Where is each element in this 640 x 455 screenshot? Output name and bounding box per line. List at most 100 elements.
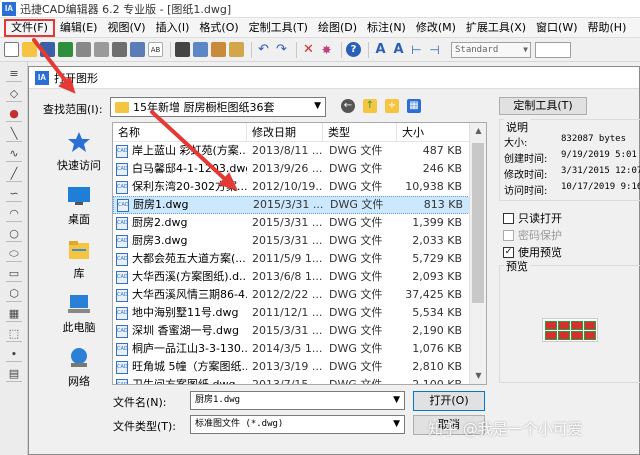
match-properties-icon[interactable]	[229, 42, 244, 57]
dim-style-icon[interactable]: ⊢	[409, 42, 424, 57]
column-header-name[interactable]: 名称	[113, 123, 247, 142]
point-icon[interactable]: ∙	[6, 348, 22, 362]
file-row[interactable]: CAD 旺角城 5幢（方案图纸... 2013/3/19 ... DWG 文件 2,81…	[113, 358, 486, 376]
delete-icon[interactable]: ✕	[301, 42, 316, 57]
vertical-scrollbar[interactable]: ▲ ▼	[469, 123, 486, 384]
menu-draw[interactable]: 绘图(D)	[313, 19, 362, 37]
scroll-down-icon[interactable]: ▼	[470, 368, 486, 384]
file-row[interactable]: CAD 厨房3.dwg 2015/3/31 ... DWG 文件 2,033 KB	[113, 232, 486, 250]
menu-bar: 文件(F) 编辑(E) 视图(V) 插入(I) 格式(O) 定制工具(T) 绘图…	[0, 18, 640, 38]
polyline-icon[interactable]: ∿	[6, 148, 22, 162]
column-header-size[interactable]: 大小	[397, 123, 470, 142]
look-in-combo[interactable]: 15年新增 厨房橱柜图纸36套 ▼	[110, 97, 326, 117]
circle-icon[interactable]: ○	[6, 228, 22, 242]
explode-icon[interactable]: ✸	[319, 42, 334, 57]
help-icon[interactable]: ?	[346, 42, 361, 57]
menu-format[interactable]: 格式(O)	[194, 19, 243, 37]
file-row[interactable]: CAD 厨房2.dwg 2015/3/31 ... DWG 文件 1,399 KB	[113, 214, 486, 232]
xline-icon[interactable]: ╱	[6, 168, 22, 182]
file-row[interactable]: CAD 厨房1.dwg 2015/3/31 ... DWG 文件 813 KB	[113, 196, 486, 214]
place-label: 库	[73, 267, 85, 280]
menu-custom-tools[interactable]: 定制工具(T)	[244, 19, 313, 37]
menu-window[interactable]: 窗口(W)	[531, 19, 582, 37]
menu-extension-tools[interactable]: 扩展工具(X)	[461, 19, 531, 37]
open-folder-icon[interactable]	[22, 42, 37, 57]
file-row[interactable]: CAD 保利东湾20-302方案... 2012/10/19... DWG 文件 10,…	[113, 178, 486, 196]
paste-icon[interactable]	[211, 42, 226, 57]
print-preview-icon[interactable]	[94, 42, 109, 57]
place-library[interactable]: 库	[43, 233, 115, 287]
menu-insert[interactable]: 插入(I)	[151, 19, 195, 37]
place-network[interactable]: 网络	[43, 341, 115, 395]
dim-style-combo[interactable]	[535, 41, 571, 58]
custom-tools-button[interactable]: 定制工具(T)	[499, 97, 587, 115]
place-this-pc[interactable]: 此电脑	[43, 287, 115, 341]
table-style-icon[interactable]: ⊣	[427, 42, 442, 57]
file-row[interactable]: CAD 卫生间方案图纸.dwg 2013/7/15 ... DWG 文件 2,100 K…	[113, 376, 486, 384]
menu-view[interactable]: 视图(V)	[102, 19, 150, 37]
text-style-2-icon[interactable]: A	[391, 42, 406, 57]
layer-icon[interactable]: ≡	[6, 68, 22, 82]
file-row[interactable]: CAD 桐庐一品江山3-3-130... 2014/3/5 1... DWG 文件 1,…	[113, 340, 486, 358]
polygon-icon[interactable]: ⬡	[6, 288, 22, 302]
plot-icon[interactable]	[112, 42, 127, 57]
ellipse-icon[interactable]: ⬭	[6, 248, 22, 262]
menu-dimension[interactable]: 标注(N)	[362, 19, 411, 37]
text-style-icon[interactable]: A	[373, 42, 388, 57]
file-type-select[interactable]: 标准图文件 (*.dwg) ▼	[190, 415, 405, 434]
menu-edit[interactable]: 编辑(E)	[55, 19, 103, 37]
readonly-checkbox-row[interactable]: 只读打开	[503, 210, 562, 226]
menu-modify[interactable]: 修改(M)	[411, 19, 461, 37]
line-icon[interactable]: ╲	[6, 128, 22, 142]
file-date-cell: 2014/3/5 1...	[252, 342, 323, 355]
table-icon[interactable]: ▤	[6, 368, 22, 382]
find-icon[interactable]	[130, 42, 145, 57]
rectangle-icon[interactable]: ▭	[6, 268, 22, 282]
menu-file[interactable]: 文件(F)	[4, 18, 55, 37]
readonly-checkbox[interactable]	[503, 212, 514, 224]
use-preview-checkbox[interactable]: ✓	[503, 246, 514, 258]
file-type-cell: DWG 文件	[329, 288, 383, 301]
save-as-icon[interactable]	[58, 42, 73, 57]
save-icon[interactable]	[40, 42, 55, 57]
spline-icon[interactable]: ∽	[6, 188, 22, 202]
menu-help[interactable]: 帮助(H)	[583, 19, 632, 37]
file-row[interactable]: CAD 地中海别墅11号.dwg 2011/12/1 ... DWG 文件 5,534 …	[113, 304, 486, 322]
title-bar: IA 迅捷CAD编辑器 6.2 专业版 - [图纸1.dwg]	[0, 0, 640, 18]
open-button[interactable]: 打开(O)	[413, 391, 485, 411]
file-name-field[interactable]: 厨房1.dwg ▼	[190, 391, 405, 410]
info-size-row: 大小: 832087 bytes	[504, 134, 626, 149]
file-row[interactable]: CAD 大华西溪(方案图纸).d... 2013/6/8 1... DWG 文件 2,0…	[113, 268, 486, 286]
column-header-type[interactable]: 类型	[323, 123, 397, 142]
block-icon[interactable]: ⬚	[6, 328, 22, 342]
copy-icon[interactable]	[193, 42, 208, 57]
file-row[interactable]: CAD 深圳 香蜜湖一号.dwg 2015/3/31 ... DWG 文件 2,190 …	[113, 322, 486, 340]
redo-icon[interactable]: ↷	[274, 42, 289, 57]
password-checkbox	[503, 229, 514, 241]
network-icon	[71, 348, 87, 367]
undo-icon[interactable]: ↶	[256, 42, 271, 57]
new-file-icon[interactable]	[4, 42, 19, 57]
cut-icon[interactable]	[175, 42, 190, 57]
new-folder-icon[interactable]: +	[385, 99, 399, 113]
place-desktop[interactable]: 桌面	[43, 179, 115, 233]
eraser-icon[interactable]: ◇	[6, 88, 22, 102]
dialog-title-bar: IA 打开图形	[29, 67, 639, 89]
view-menu-icon[interactable]: ▦	[407, 99, 421, 113]
place-quick-access[interactable]: 快速访问	[43, 125, 115, 179]
file-row[interactable]: CAD 大都会苑五大道方案(... 2011/5/9 1... DWG 文件 5,729…	[113, 250, 486, 268]
print-icon[interactable]	[76, 42, 91, 57]
scroll-up-icon[interactable]: ▲	[470, 123, 486, 139]
hatch-icon[interactable]: ▦	[6, 308, 22, 322]
column-header-date[interactable]: 修改日期	[247, 123, 323, 142]
color-icon[interactable]: ●	[6, 108, 22, 122]
up-folder-icon[interactable]: ↑	[363, 99, 377, 113]
file-row[interactable]: CAD 岸上蓝山 彩虹苑(方案... 2013/8/11 ... DWG 文件 487 …	[113, 142, 486, 160]
spellcheck-icon[interactable]: AB	[148, 42, 163, 57]
scrollbar-thumb[interactable]	[472, 143, 484, 303]
text-style-combo[interactable]: Standard ▼	[451, 41, 531, 58]
arc-icon[interactable]: ◠	[6, 208, 22, 222]
file-row[interactable]: CAD 白马馨邸4-1-1203.dwg 2013/9/26 ... DWG 文件 24…	[113, 160, 486, 178]
back-icon[interactable]: ←	[341, 99, 355, 113]
file-row[interactable]: CAD 大华西溪风情三期86-4... 2012/2/22 ... DWG 文件 37,…	[113, 286, 486, 304]
